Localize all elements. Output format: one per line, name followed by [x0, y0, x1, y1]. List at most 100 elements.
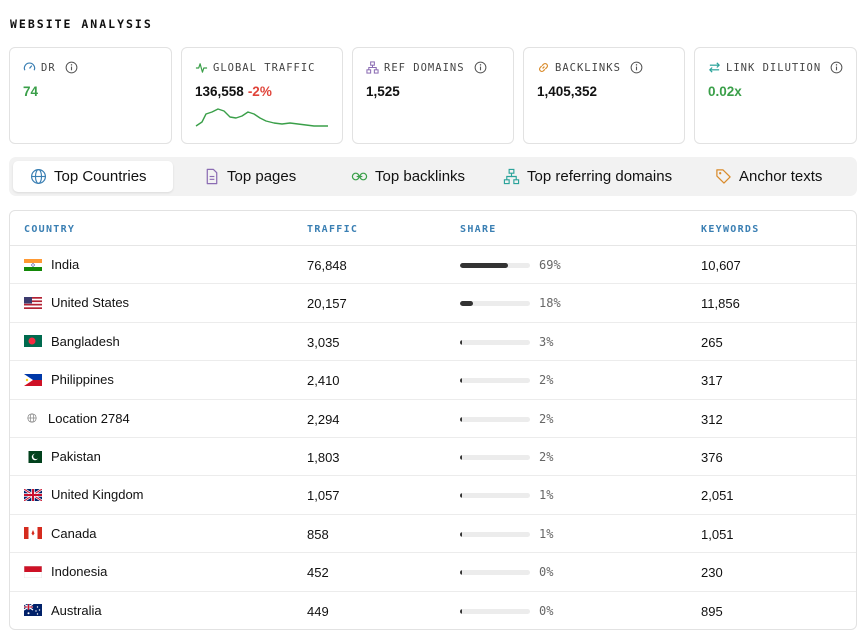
keywords-cell: 265: [701, 334, 723, 350]
country-cell: Philippines: [24, 372, 114, 387]
uk-flag-icon: [24, 488, 42, 501]
swap-icon: [709, 62, 720, 73]
share-bar-fill: [460, 263, 509, 268]
traffic-cell: 449: [307, 603, 329, 619]
tag-icon: [716, 169, 731, 184]
keywords-cell: 230: [701, 565, 723, 581]
section-title: WEBSITE ANALYSIS: [10, 17, 153, 31]
table-row[interactable]: Bangladesh 3,035 3% 265: [10, 323, 856, 362]
share-percent: 2%: [539, 373, 554, 388]
link-dilution-value: 0.02x: [708, 84, 742, 99]
gauge-icon: [23, 62, 36, 71]
keywords-cell: 10,607: [701, 258, 741, 273]
traffic-cell: 452: [307, 565, 329, 581]
philippines-flag-icon: [24, 373, 42, 386]
ref-domains-value: 1,525: [366, 84, 400, 99]
sitemap-icon: [366, 61, 379, 74]
dr-value: 74: [23, 84, 39, 99]
keywords-cell: 895: [701, 603, 723, 619]
share-bar: [460, 455, 530, 460]
tab-label: Top backlinks: [375, 168, 466, 185]
tab-anchor-texts[interactable]: Anchor texts: [715, 161, 822, 192]
australia-flag-icon: [24, 604, 42, 617]
table-header: COUNTRY TRAFFIC SHARE KEYWORDS: [10, 211, 856, 246]
bangladesh-flag-icon: [24, 335, 42, 348]
header-traffic[interactable]: TRAFFIC: [307, 224, 358, 235]
share-bar-fill: [460, 608, 462, 614]
country-cell: United States: [24, 295, 129, 310]
country-name: United Kingdom: [51, 487, 144, 503]
share-bar: [460, 263, 530, 268]
info-icon[interactable]: [630, 61, 643, 74]
country-name: Bangladesh: [51, 333, 120, 349]
table-row[interactable]: Location 2784 2,294 2% 312: [10, 400, 856, 438]
header-share[interactable]: SHARE: [460, 224, 497, 235]
tab-top-countries[interactable]: Top Countries: [13, 161, 173, 192]
country-name: India: [51, 257, 80, 272]
share-bar-fill: [460, 301, 473, 307]
table-row[interactable]: India 76,848 69% 10,607: [10, 246, 856, 285]
tab-label: Anchor texts: [739, 168, 823, 185]
share-percent: 2%: [539, 411, 554, 426]
share-bar-fill: [460, 531, 462, 537]
tab-top-backlinks[interactable]: Top backlinks: [351, 161, 465, 192]
table-row[interactable]: United States 20,157 18% 11,856: [10, 284, 856, 323]
table-row[interactable]: Canada 858 1% 1,051: [10, 515, 856, 554]
share-percent: 0%: [539, 565, 554, 580]
table-row[interactable]: Australia 449 0% 895: [10, 592, 856, 629]
country-name: Indonesia: [51, 564, 108, 580]
link-dilution-card: LINK DILUTION 0.02x: [694, 47, 857, 144]
share-bar-fill: [460, 570, 462, 576]
table-row[interactable]: United Kingdom 1,057 1% 2,051: [10, 476, 856, 515]
dr-card: DR 74: [9, 47, 172, 144]
share-percent: 3%: [539, 334, 554, 349]
table-row[interactable]: Indonesia 452 0% 230: [10, 553, 856, 592]
traffic-cell: 2,294: [307, 411, 340, 427]
info-icon[interactable]: [830, 61, 843, 74]
table-row[interactable]: Philippines 2,410 2% 317: [10, 361, 856, 400]
share-bar: [460, 339, 530, 345]
traffic-cell: 858: [307, 526, 329, 542]
share-bar: [460, 378, 530, 384]
backlinks-card: BACKLINKS 1,405,352: [523, 47, 685, 144]
share-bar-fill: [460, 416, 462, 422]
country-name: Location 2784: [48, 410, 130, 426]
ref-domains-card: REF DOMAINS 1,525: [352, 47, 514, 144]
share-percent: 1%: [539, 526, 554, 541]
country-cell: Location 2784: [24, 411, 130, 426]
country-cell: India: [24, 257, 79, 272]
keywords-cell: 11,856: [701, 296, 740, 312]
us-flag-icon: [24, 296, 42, 309]
keywords-cell: 312: [701, 411, 723, 427]
share-percent: 69%: [539, 258, 561, 272]
tab-top-pages[interactable]: Top pages: [204, 161, 296, 192]
traffic-cell: 1,803: [307, 450, 340, 465]
backlinks-label: BACKLINKS: [555, 61, 621, 74]
tab-label: Top referring domains: [527, 168, 673, 185]
info-icon[interactable]: [65, 61, 78, 74]
countries-table: COUNTRY TRAFFIC SHARE KEYWORDS India 76,8…: [9, 210, 857, 630]
header-country[interactable]: COUNTRY: [24, 224, 75, 235]
tab-top-referring-domains[interactable]: Top referring domains: [503, 161, 672, 192]
tab-label: Top pages: [227, 168, 297, 185]
keywords-cell: 2,051: [701, 488, 734, 504]
country-name: Pakistan: [51, 449, 101, 464]
pakistan-flag-icon: [24, 450, 42, 463]
traffic-sparkline: [195, 108, 328, 127]
link-dilution-label: LINK DILUTION: [726, 61, 822, 74]
global-traffic-number: 136,558: [195, 84, 244, 99]
share-bar-fill: [460, 378, 462, 384]
header-keywords[interactable]: KEYWORDS: [701, 224, 760, 235]
dr-label: DR: [41, 61, 56, 74]
table-row[interactable]: Pakistan 1,803 2% 376: [10, 438, 856, 477]
share-bar-fill: [460, 339, 463, 345]
globe-icon: [27, 413, 37, 423]
country-cell: Indonesia: [24, 564, 107, 579]
tab-bar: Top Countries Top pages Top backlinks To…: [9, 157, 857, 196]
keywords-cell: 376: [701, 450, 723, 465]
country-name: Australia: [51, 602, 102, 618]
info-icon[interactable]: [474, 61, 487, 74]
keywords-cell: 1,051: [701, 526, 734, 542]
global-traffic-value: 136,558 -2%: [195, 84, 272, 99]
traffic-cell: 76,848: [307, 258, 347, 273]
